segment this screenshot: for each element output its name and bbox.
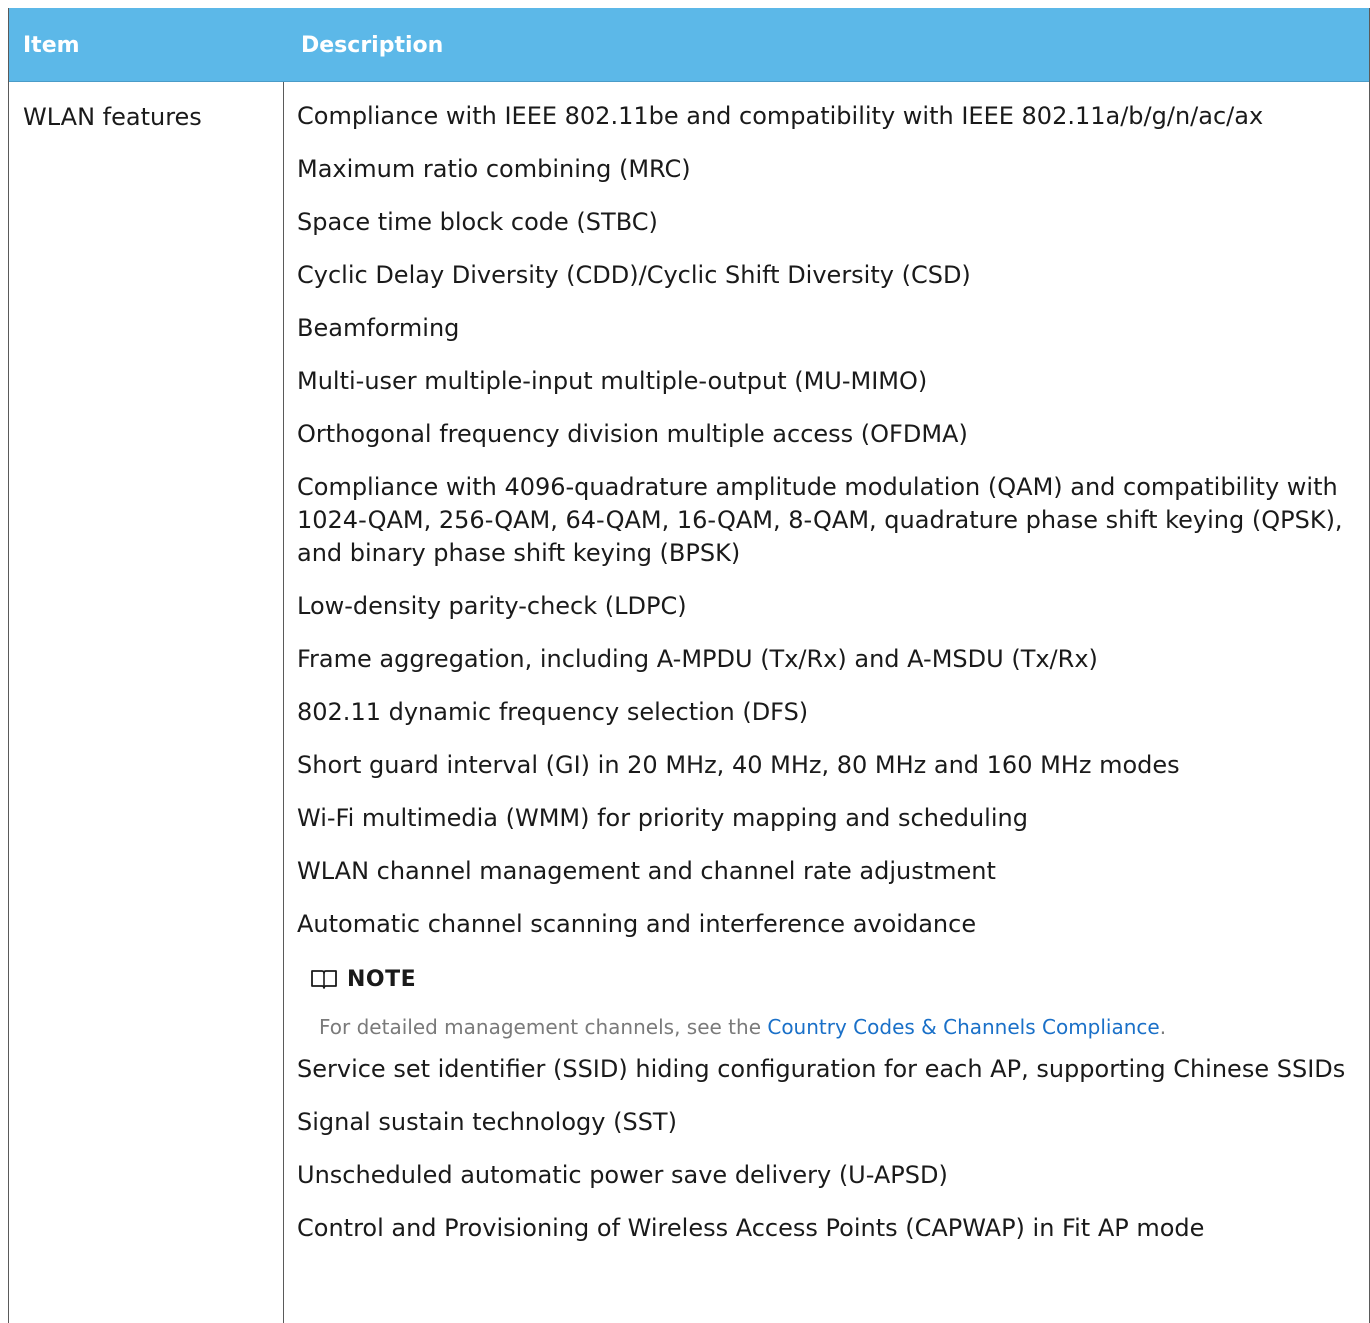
book-icon bbox=[311, 969, 347, 989]
feature-line: 802.11 dynamic frequency selection (DFS) bbox=[297, 698, 809, 726]
feature-line: Beamforming bbox=[297, 314, 460, 342]
column-divider bbox=[283, 82, 284, 1323]
note-box: NOTE For detailed management channels, s… bbox=[297, 961, 1353, 1041]
feature-line: Compliance with IEEE 802.11be and compat… bbox=[297, 102, 1264, 130]
feature-line: Orthogonal frequency division multiple a… bbox=[297, 420, 968, 448]
feature-line: Cyclic Delay Diversity (CDD)/Cyclic Shif… bbox=[297, 261, 971, 289]
note-label: NOTE bbox=[347, 966, 417, 992]
feature-line: Low-density parity-check (LDPC) bbox=[297, 592, 687, 620]
country-codes-link[interactable]: Country Codes & Channels Compliance bbox=[767, 1015, 1159, 1039]
spec-table: Item Description WLAN features Complianc… bbox=[8, 8, 1370, 1323]
feature-line: WLAN channel management and channel rate… bbox=[297, 857, 996, 885]
note-text: For detailed management channels, see th… bbox=[319, 1013, 1353, 1041]
table-header: Item Description bbox=[9, 8, 1369, 82]
feature-line: Unscheduled automatic power save deliver… bbox=[297, 1161, 948, 1189]
feature-line: Compliance with 4096-quadrature amplitud… bbox=[297, 473, 1343, 567]
feature-line: Maximum ratio combining (MRC) bbox=[297, 155, 691, 183]
feature-line: Wi-Fi multimedia (WMM) for priority mapp… bbox=[297, 804, 1028, 832]
note-header: NOTE bbox=[311, 961, 1353, 997]
feature-line: Frame aggregation, including A-MPDU (Tx/… bbox=[297, 645, 1098, 673]
feature-line: Service set identifier (SSID) hiding con… bbox=[297, 1055, 1346, 1083]
feature-line: Short guard interval (GI) in 20 MHz, 40 … bbox=[297, 751, 1180, 779]
feature-line: Automatic channel scanning and interfere… bbox=[297, 910, 977, 938]
feature-line: Signal sustain technology (SST) bbox=[297, 1108, 677, 1136]
description-cell: Compliance with IEEE 802.11be and compat… bbox=[297, 100, 1353, 1265]
item-cell: WLAN features bbox=[23, 103, 202, 131]
note-text-before: For detailed management channels, see th… bbox=[319, 1015, 768, 1039]
note-text-after: . bbox=[1159, 1015, 1167, 1039]
header-item: Item bbox=[23, 33, 80, 58]
feature-line: Space time block code (STBC) bbox=[297, 208, 658, 236]
feature-line: Control and Provisioning of Wireless Acc… bbox=[297, 1214, 1205, 1242]
header-description: Description bbox=[301, 33, 444, 58]
feature-line: Multi-user multiple-input multiple-outpu… bbox=[297, 367, 928, 395]
